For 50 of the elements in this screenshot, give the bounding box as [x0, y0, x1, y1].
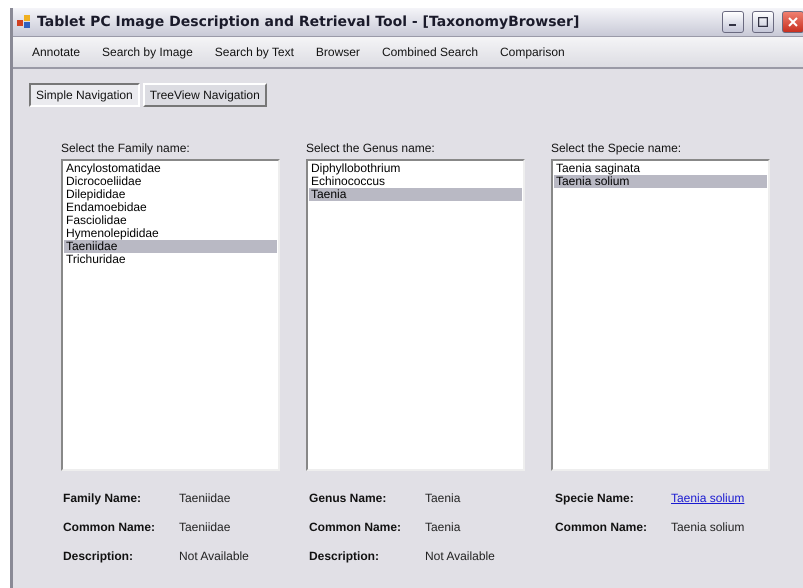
- field-label: Common Name:: [309, 520, 402, 534]
- list-item[interactable]: Echinococcus: [309, 175, 522, 188]
- list-box[interactable]: Taenia saginata Taenia solium: [551, 159, 770, 471]
- field-label: Common Name:: [63, 520, 156, 534]
- list-item[interactable]: Taenia saginata: [554, 162, 767, 175]
- field-label: Common Name:: [555, 520, 648, 534]
- tab[interactable]: TreeView Navigation: [142, 83, 267, 107]
- list-box[interactable]: Ancylostomatidae Dicrocoeliidae Dilepididae Endamoebidae Fasciolidae Hymenolepididae Taeniidae Trichuridae: [61, 159, 280, 471]
- app-icon: [17, 15, 31, 29]
- list-label: Select the Specie name:: [551, 141, 682, 155]
- list-item[interactable]: Trichuridae: [64, 253, 277, 266]
- menu-item[interactable]: Combined Search: [370, 45, 489, 59]
- menu-item[interactable]: Search by Image: [91, 45, 204, 59]
- field-label: Description:: [309, 549, 380, 563]
- list-box[interactable]: Diphyllobothrium Echinococcus Taenia: [306, 159, 525, 471]
- list-label: Select the Genus name:: [306, 141, 436, 155]
- menu-item[interactable]: Annotate: [21, 45, 92, 59]
- field-label: Specie Name:: [555, 491, 635, 505]
- tab[interactable]: Simple Navigation: [29, 83, 140, 107]
- field-value: Not Available: [425, 549, 496, 563]
- list-item[interactable]: Hymenolepididae: [64, 227, 277, 240]
- list-item[interactable]: Taenia solium: [554, 175, 767, 188]
- field-value: Taenia: [425, 520, 462, 534]
- close-icon: [788, 17, 798, 27]
- list-item[interactable]: Fasciolidae: [64, 214, 277, 227]
- list-item[interactable]: Dicrocoeliidae: [64, 175, 277, 188]
- field-label: Description:: [63, 549, 134, 563]
- close-button[interactable]: [782, 11, 803, 33]
- field-value: Not Available: [179, 549, 250, 563]
- list-label: Select the Family name:: [61, 141, 191, 155]
- list-item[interactable]: Taeniidae: [64, 240, 277, 253]
- list-item[interactable]: Ancylostomatidae: [64, 162, 277, 175]
- field-value: Taenia: [425, 491, 462, 505]
- maximize-button[interactable]: [752, 11, 774, 33]
- minimize-button[interactable]: [722, 11, 744, 33]
- field-label: Family Name:: [63, 491, 142, 505]
- menu-item[interactable]: Search by Text: [204, 45, 305, 59]
- field-value: Taenia solium: [671, 520, 746, 534]
- menu-item[interactable]: Comparison: [489, 45, 576, 59]
- field-value: Taeniidae: [179, 491, 232, 505]
- field-label: Genus Name:: [309, 491, 388, 505]
- field-value: Taeniidae: [179, 520, 232, 534]
- value-link[interactable]: Taenia solium: [671, 491, 744, 505]
- list-item[interactable]: Taenia: [309, 188, 522, 201]
- list-item[interactable]: Endamoebidae: [64, 201, 277, 214]
- maximize-icon: [758, 17, 768, 27]
- menu-item[interactable]: Browser: [304, 45, 371, 59]
- window-title: Tablet PC Image Description and Retrieval Tool - [TaxonomyBrowser]: [37, 14, 580, 30]
- list-item[interactable]: Diphyllobothrium: [309, 162, 522, 175]
- list-item[interactable]: Dilepididae: [64, 188, 277, 201]
